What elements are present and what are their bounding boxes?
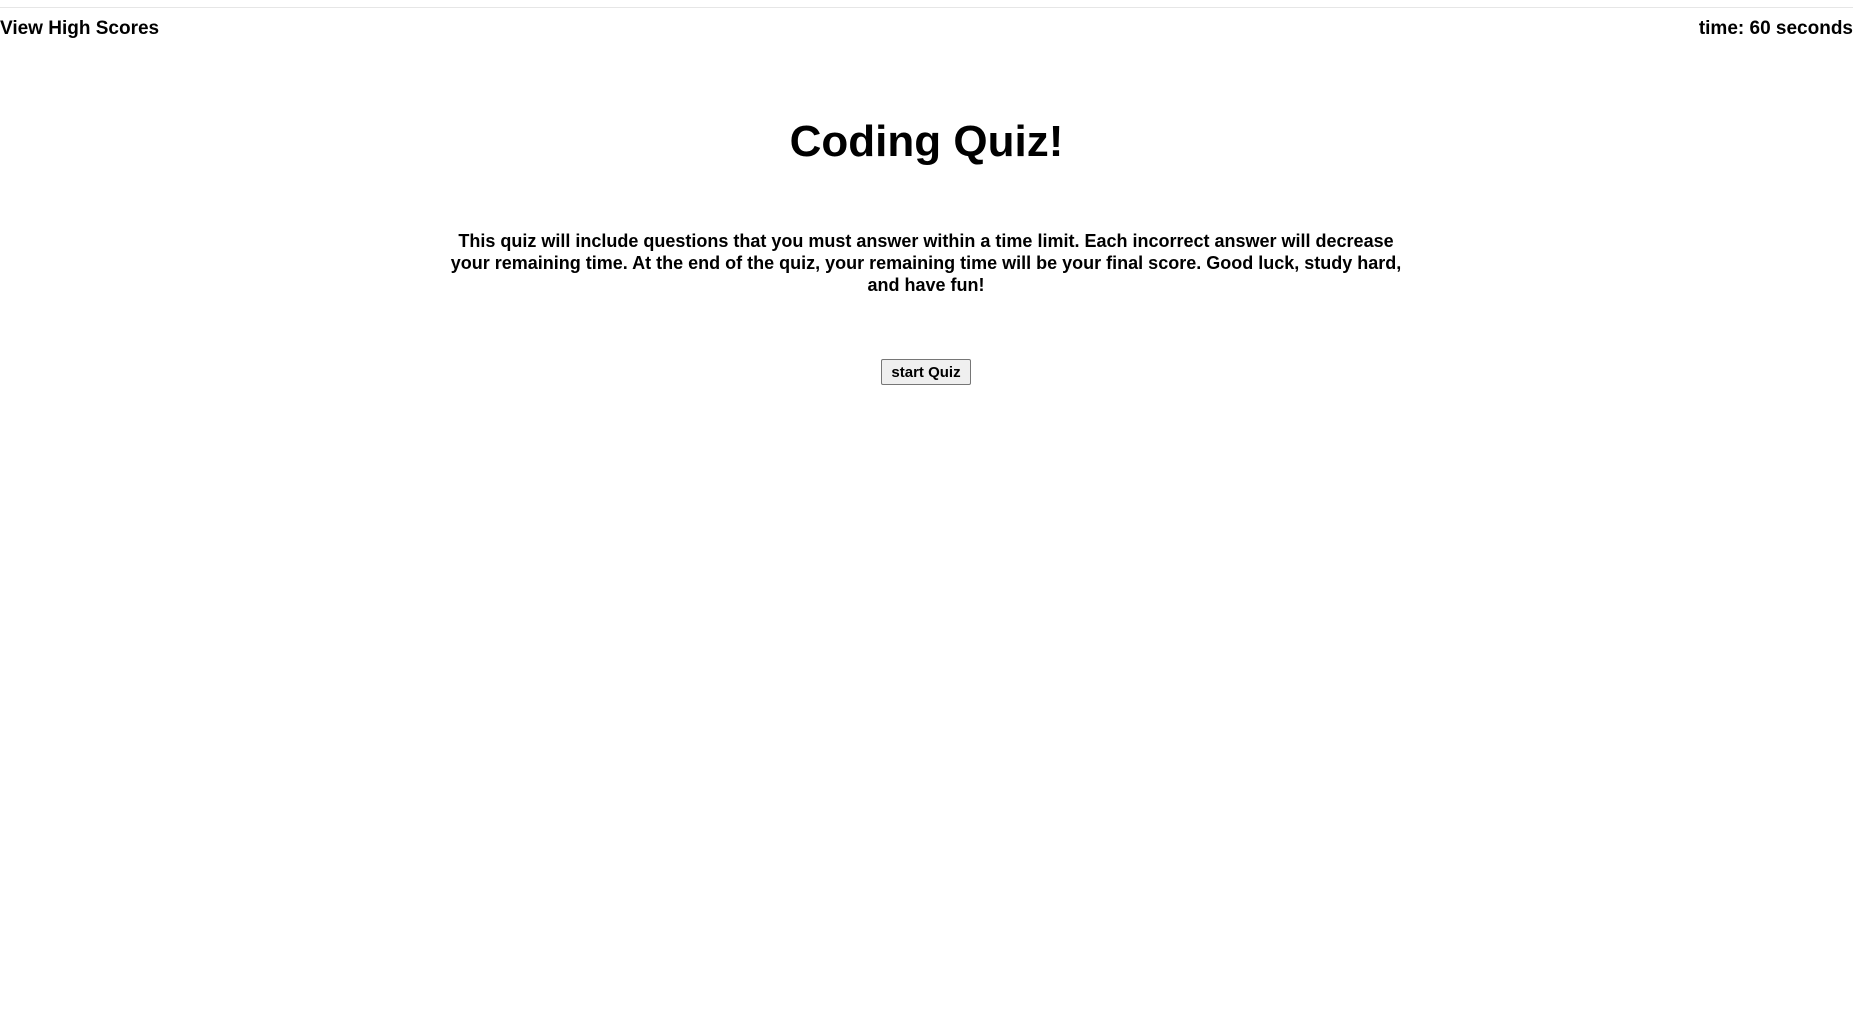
header-bar: View High Scores time: 60 seconds bbox=[0, 18, 1853, 44]
top-divider bbox=[0, 7, 1853, 8]
quiz-instructions: This quiz will include questions that yo… bbox=[450, 231, 1402, 295]
start-quiz-button[interactable]: start Quiz bbox=[881, 359, 971, 385]
page-title: Coding Quiz! bbox=[789, 117, 1064, 166]
timer-display: time: 60 seconds bbox=[1698, 18, 1853, 39]
view-high-scores-link[interactable]: View High Scores bbox=[0, 18, 159, 40]
